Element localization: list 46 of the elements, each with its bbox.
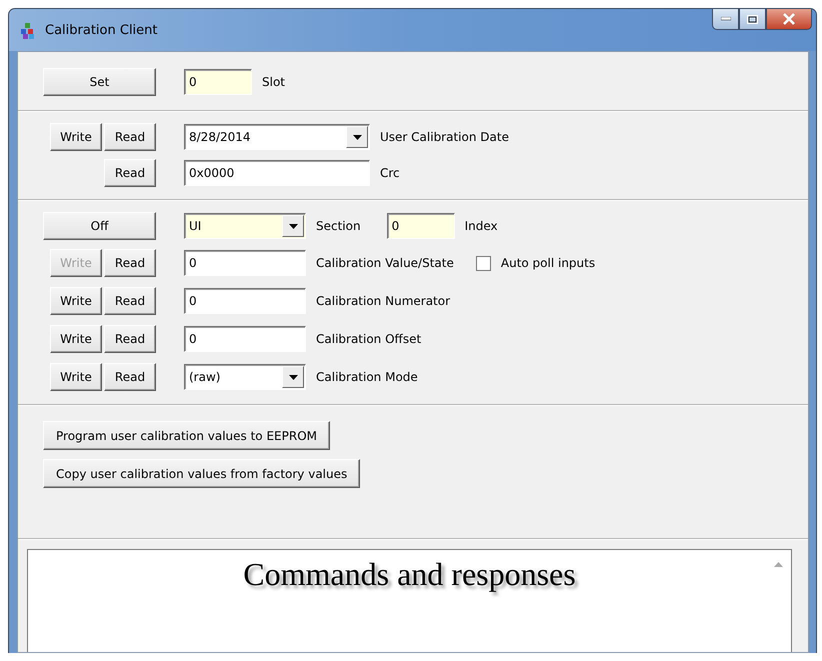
- value-field[interactable]: 0: [184, 250, 306, 276]
- value-field[interactable]: 0: [184, 326, 306, 352]
- read-button[interactable]: Read: [104, 363, 156, 391]
- dropdown-arrow-icon: [288, 224, 298, 228]
- write-button[interactable]: Write: [50, 123, 102, 151]
- field-label: Calibration Mode: [316, 370, 418, 384]
- mode-dropdown[interactable]: (raw): [184, 364, 306, 390]
- close-icon: [782, 13, 796, 25]
- section-label: Section: [316, 219, 361, 233]
- window-title: Calibration Client: [45, 23, 158, 38]
- app-icon: [19, 22, 37, 40]
- field-label: Calibration Value/State: [316, 256, 454, 270]
- index-label: Index: [464, 219, 498, 233]
- maximize-button[interactable]: [739, 9, 766, 30]
- read-button[interactable]: Read: [104, 249, 156, 277]
- maximize-icon: [747, 14, 758, 24]
- off-button[interactable]: Off: [43, 212, 156, 240]
- field-label: Calibration Offset: [316, 332, 422, 346]
- action-button[interactable]: Copy user calibration values from factory values: [43, 459, 360, 488]
- read-button[interactable]: Read: [104, 159, 156, 187]
- read-button[interactable]: Read: [104, 325, 156, 353]
- value-field[interactable]: 0: [184, 288, 306, 314]
- slot-field[interactable]: 0: [184, 69, 252, 95]
- read-button[interactable]: Read: [104, 287, 156, 315]
- read-button[interactable]: Read: [104, 123, 156, 151]
- write-button[interactable]: Write: [50, 325, 102, 353]
- section-dropdown[interactable]: UI: [184, 213, 306, 239]
- auto-poll-checkbox[interactable]: [476, 256, 491, 270]
- write-button[interactable]: Write: [50, 363, 102, 391]
- field-label: User Calibration Date: [380, 130, 509, 144]
- field-label: Crc: [380, 166, 400, 180]
- close-button[interactable]: [766, 9, 812, 30]
- dropdown-arrow-icon: [352, 134, 362, 140]
- minimize-icon: [720, 17, 730, 21]
- checkbox-label: Auto poll inputs: [500, 256, 596, 270]
- log-heading: Commands and responses: [243, 556, 576, 593]
- slot-label: Slot: [262, 75, 285, 89]
- set-button[interactable]: Set: [43, 68, 156, 96]
- date-dropdown[interactable]: 8/28/2014: [184, 124, 370, 150]
- write-button[interactable]: Write: [50, 287, 102, 315]
- action-button[interactable]: Program user calibration values to EEPROM: [43, 421, 330, 450]
- field-label: Calibration Numerator: [316, 294, 450, 308]
- dropdown-arrow-icon: [288, 374, 298, 380]
- minimize-button[interactable]: [712, 9, 739, 30]
- index-field[interactable]: 0: [386, 213, 455, 239]
- crc-field[interactable]: 0x0000: [184, 160, 370, 186]
